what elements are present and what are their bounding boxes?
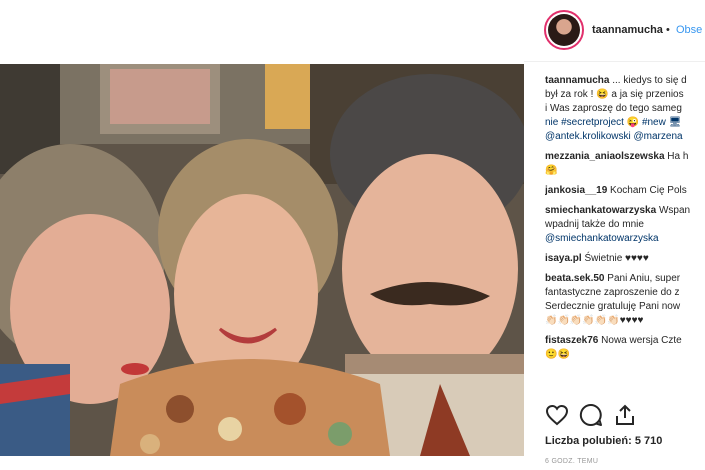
avatar[interactable] [544,10,584,50]
comment-text: Kocham Cię Pols [610,185,687,196]
post-timestamp: 6 GODZ. TEMU [545,458,599,465]
likes-count[interactable]: Liczba polubień: 5 710 [545,435,662,447]
likes-label: Liczba polubień: [545,435,632,447]
heart-icon[interactable] [545,403,569,427]
comment-item: mezzania_aniaolszewska Ha h 🤗 [545,150,705,178]
comments-list: taannamucha ... kiedys to się d był za r… [545,74,705,392]
post-photo[interactable] [0,64,524,456]
share-icon[interactable] [613,403,637,427]
comment-text: Nowa wersja Czte [601,335,682,346]
comment-text: Pani Aniu, super [607,273,681,284]
comment-text: Ha h [667,151,689,162]
comment-mention[interactable]: @smiechankatowarzyska [545,233,659,244]
comment-hashtags[interactable]: nie #secretproject 😜 #new 🖥 [545,117,681,128]
comment-user[interactable]: beata.sek.50 [545,273,605,284]
comment-text: 👏🏻👏🏻👏🏻👏🏻👏🏻👏🏻♥♥♥♥ [545,315,644,326]
comment-mentions[interactable]: @antek.krolikowski @marzena [545,131,683,142]
comment-text: ... kiedys to się d [612,75,687,86]
comment-text: wpadnij także do mnie [545,219,644,230]
comment-text: Świetnie ♥♥♥♥ [584,253,649,264]
comment-text: 🤗 [545,165,558,176]
follow-button[interactable]: Obse [676,24,702,36]
comment-text: fantastyczne zaproszenie do z [545,287,680,298]
comment-user[interactable]: fistaszek76 [545,335,598,346]
comment-user[interactable]: jankosia__19 [545,185,607,196]
comment-item: isaya.pl Świetnie ♥♥♥♥ [545,252,705,266]
comment-item: fistaszek76 Nowa wersja Czte 🙂😆 [545,334,705,362]
comment-icon[interactable] [579,403,603,427]
comment-item: beata.sek.50 Pani Aniu, super fantastycz… [545,272,705,328]
comment-item: smiechankatowarzyska Wspan wpadnij także… [545,204,705,246]
comment-text: był za rok ! 😆 a ja się przenios [545,89,684,100]
likes-number: 5 710 [634,435,663,447]
comment-user[interactable]: isaya.pl [545,253,582,264]
post-actions [545,403,705,427]
comment-caption: taannamucha ... kiedys to się d był za r… [545,74,705,144]
comment-item: jankosia__19 Kocham Cię Pols [545,184,705,198]
comment-user[interactable]: mezzania_aniaolszewska [545,151,665,162]
comment-text: Serdecznie gratuluję Pani now [545,301,681,312]
comment-text: Wspan [658,205,691,216]
header-separator: • [666,24,670,36]
comment-user[interactable]: smiechankatowarzyska [545,205,656,216]
comment-text: 🙂😆 [545,349,570,360]
comment-text: i Was zaproszę do tego sameg [545,103,682,114]
comment-user[interactable]: taannamucha [545,75,609,86]
header-username[interactable]: taannamucha [592,24,663,36]
